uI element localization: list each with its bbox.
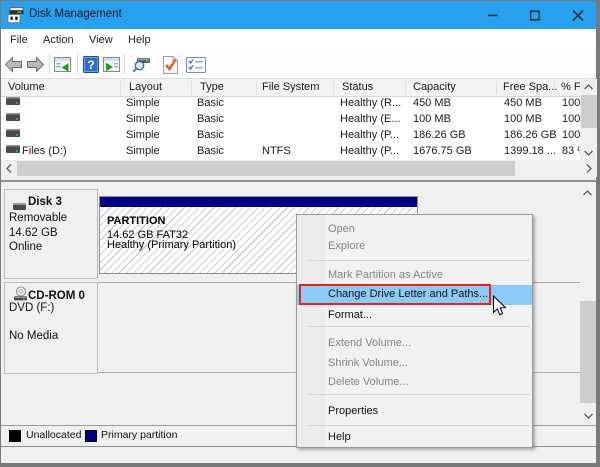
svg-text:?: ? — [87, 58, 94, 72]
